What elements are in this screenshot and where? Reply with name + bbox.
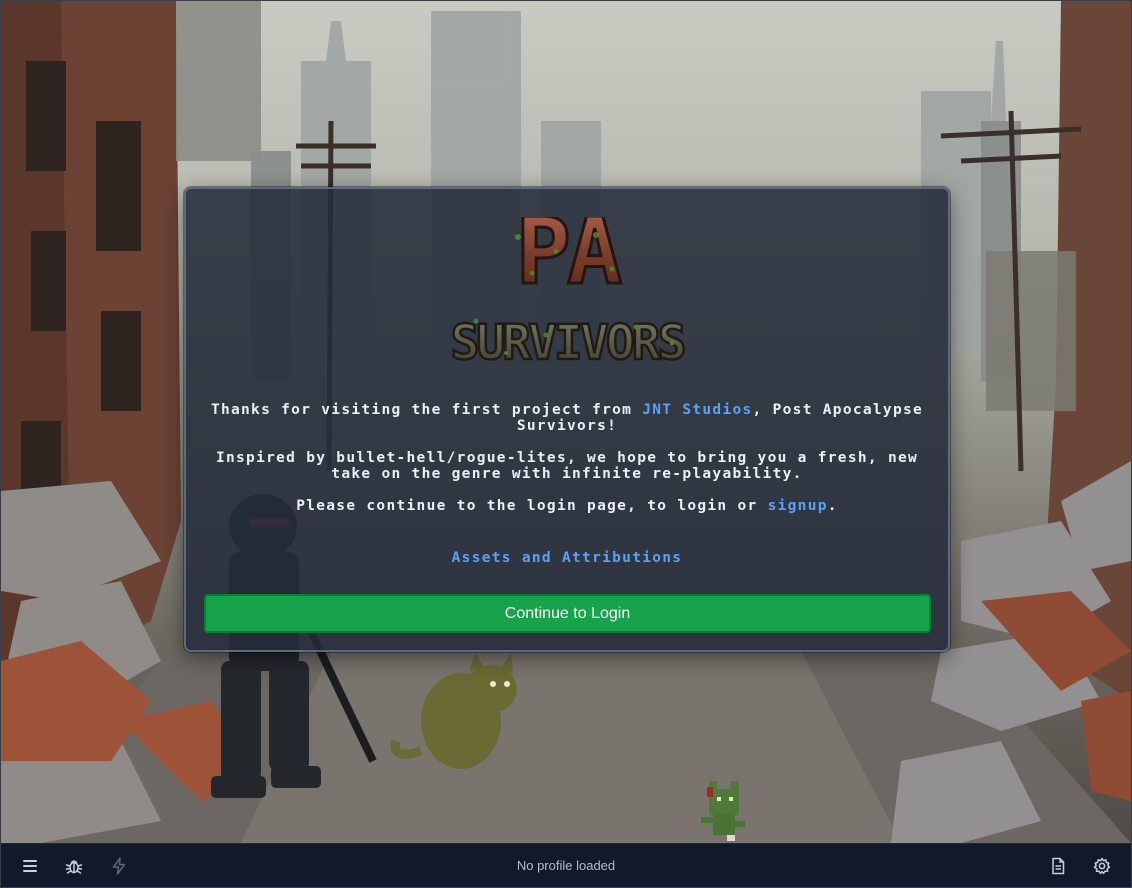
logo-title-pa: PA [516,217,621,305]
logo-title-survivors: SURVIVORS [450,315,684,371]
jnt-studios-link[interactable]: JNT Studios [642,402,752,418]
assets-attributions-link[interactable]: Assets and Attributions [452,550,683,566]
intro-paragraph-thanks: Thanks for visiting the first project fr… [206,402,928,434]
attributions-row: Assets and Attributions [206,550,928,566]
intro-paragraph-continue: Please continue to the login page, to lo… [206,498,928,514]
bottom-bar: No profile loaded [1,843,1131,887]
intro-paragraph-inspired: Inspired by bullet-hell/rogue-lites, we … [215,450,919,482]
intro-continue-text: Please continue to the login page, to lo… [296,498,768,514]
welcome-dialog: PA SURVIVORS Thanks for visiting the fir… [184,187,950,652]
continue-to-login-button[interactable]: Continue to Login [204,594,931,633]
signup-link[interactable]: signup [768,498,828,514]
app-window: PA SURVIVORS Thanks for visiting the fir… [0,0,1132,888]
profile-status-text: No profile loaded [516,858,616,873]
intro-thanks-text: Thanks for visiting the first project fr… [210,402,643,418]
gear-icon[interactable] [1092,856,1112,876]
document-icon[interactable] [1048,856,1068,876]
intro-continue-suffix: . [827,498,838,514]
game-logo: PA SURVIVORS [449,217,689,372]
